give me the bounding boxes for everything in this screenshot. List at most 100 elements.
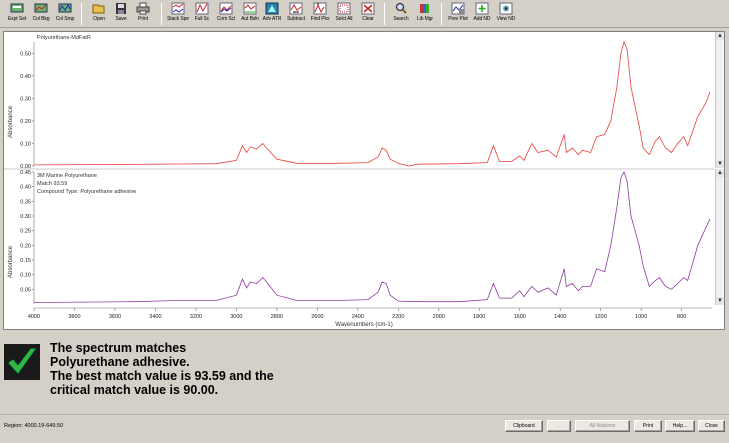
x-tick-label: 4000: [28, 314, 40, 320]
library-manager-button[interactable]: Lib Mgr: [412, 1, 438, 27]
preview-plot-button[interactable]: Prev Plot: [445, 1, 471, 27]
y-tick-label: 0.10: [20, 141, 31, 147]
select-all-icon: [337, 2, 351, 15]
x-tick-label: 3400: [149, 314, 161, 320]
x-tick-label: 3600: [109, 314, 121, 320]
x-tick-label: 2000: [433, 314, 445, 320]
y-tick-label: 0.40: [20, 185, 31, 191]
add-nd-button[interactable]: Add ND: [469, 1, 495, 27]
print-button[interactable]: Print: [130, 1, 156, 27]
common-scale-icon: [219, 2, 233, 15]
search-button[interactable]: Search: [388, 1, 414, 27]
collect-sample-button[interactable]: Col Smp: [52, 1, 78, 27]
y-tick-label: 0.20: [20, 243, 31, 249]
y-tick-label: 0.25: [20, 229, 31, 235]
y-tick-label: 0.10: [20, 273, 31, 279]
toolbar-separator: [161, 3, 162, 25]
result-line: The best match value is 93.59 and the: [50, 369, 274, 383]
open-folder-icon: [92, 4, 105, 14]
view-nd-button[interactable]: View ND: [493, 1, 519, 27]
spectrum-plot[interactable]: Polyurethane-MdFatR 3M Marine Polyuretha…: [4, 32, 724, 329]
lower-y-axis-label: Absorbance: [8, 245, 14, 278]
preview-plot-icon: [451, 2, 465, 15]
result-line: critical match value is 90.00.: [50, 383, 219, 397]
printer-icon: [136, 2, 150, 15]
print-results-button[interactable]: Print: [634, 420, 662, 432]
upper-scrollbar[interactable]: ▲ ▼: [715, 32, 724, 168]
y-tick-label: 0.35: [20, 199, 31, 205]
x-tick-label: 1200: [595, 314, 607, 320]
x-tick-label: 1800: [473, 314, 485, 320]
auto-baseline-icon: [243, 2, 257, 15]
common-scale-button[interactable]: Com Scl: [213, 1, 239, 27]
search-icon: [395, 2, 407, 14]
upper-y-axis-label: Absorbance: [8, 105, 14, 138]
full-scale-button[interactable]: Full Sc: [189, 1, 215, 27]
upper-spectrum-title: Polyurethane-MdFatR: [37, 35, 91, 41]
scroll-up-arrow-icon[interactable]: ▲: [716, 32, 724, 40]
lower-scrollbar[interactable]: ▲ ▼: [715, 169, 724, 305]
lower-spectrum-title: 3M Marine Polyurethane: [37, 173, 97, 179]
x-tick-label: 3000: [230, 314, 242, 320]
view-nd-icon: [499, 2, 513, 15]
y-tick-label: 0.30: [20, 214, 31, 220]
toolbar-separator: [384, 3, 385, 25]
result-line: Polyurethane adhesive.: [50, 355, 190, 369]
expt-set-icon: [10, 3, 24, 13]
full-scale-icon: [195, 2, 209, 15]
x-axis-label: Wavenumbers (cm-1): [335, 322, 392, 328]
stack-spectra-button[interactable]: Stack Spe: [165, 1, 191, 27]
result-line: The spectrum matches: [50, 341, 187, 355]
y-tick-label: 0.05: [20, 287, 31, 293]
x-tick-label: 2800: [271, 314, 283, 320]
y-tick-label: 0.50: [20, 51, 31, 57]
subtract-button[interactable]: Subtract: [283, 1, 309, 27]
y-tick-label: 0.15: [20, 258, 31, 264]
scroll-down-arrow-icon[interactable]: ▼: [716, 297, 724, 305]
ellipsis-button[interactable]: ...: [547, 420, 571, 432]
select-all-button[interactable]: Selct All: [331, 1, 357, 27]
scroll-up-arrow-icon[interactable]: ▲: [716, 169, 724, 177]
y-tick-label: 0.45: [20, 170, 31, 176]
all-matches-button[interactable]: All Matches: [575, 420, 630, 432]
clear-button[interactable]: Clear: [355, 1, 381, 27]
compound-type-label: Compound Type: Polyurethane adhesive: [37, 189, 136, 195]
clipboard-button[interactable]: Clipboard: [505, 420, 543, 432]
toolbar-separator: [441, 3, 442, 25]
result-message: The spectrum matches Polyurethane adhesi…: [50, 341, 274, 398]
advanced-atr-icon: [265, 2, 279, 15]
collect-sample-icon: [58, 3, 72, 13]
clear-icon: [361, 2, 375, 15]
x-tick-label: 2600: [311, 314, 323, 320]
add-nd-icon: [475, 2, 489, 15]
toolbar: Expt Set Col Bkg Col Smp Open Save Print…: [0, 0, 729, 28]
scroll-down-arrow-icon[interactable]: ▼: [716, 160, 724, 168]
save-disk-icon: [116, 3, 126, 14]
match-value-label: Match 93.59: [37, 181, 67, 187]
x-tick-label: 3800: [68, 314, 80, 320]
x-tick-label: 3200: [190, 314, 202, 320]
status-bar: Region: 4000.19-649.50 Clipboard ... All…: [0, 414, 729, 443]
subtract-icon: [289, 2, 303, 15]
stack-spectra-icon: [171, 2, 185, 15]
close-button[interactable]: Close: [698, 420, 725, 432]
x-tick-label: 1400: [554, 314, 566, 320]
x-tick-label: 2200: [392, 314, 404, 320]
x-tick-label: 1600: [514, 314, 526, 320]
x-tick-label: 800: [677, 314, 686, 320]
spectrum-window: Polyurethane-MdFatR 3M Marine Polyuretha…: [3, 31, 725, 330]
advanced-atr-button[interactable]: Adv ATR: [259, 1, 285, 27]
expt-set-button[interactable]: Expt Set: [4, 1, 30, 27]
help-button[interactable]: Help...: [665, 420, 695, 432]
y-tick-label: 0.40: [20, 74, 31, 80]
x-tick-label: 1000: [635, 314, 647, 320]
region-readout: Region: 4000.19-649.50: [4, 423, 64, 429]
x-tick-label: 2400: [352, 314, 364, 320]
collect-background-icon: [34, 3, 48, 13]
library-manager-icon: [420, 4, 429, 13]
find-peaks-button[interactable]: Find Pks: [307, 1, 333, 27]
checkmark-icon: [4, 344, 40, 380]
collect-background-button[interactable]: Col Bkg: [28, 1, 54, 27]
find-peaks-icon: [313, 2, 327, 15]
toolbar-separator: [81, 3, 82, 25]
